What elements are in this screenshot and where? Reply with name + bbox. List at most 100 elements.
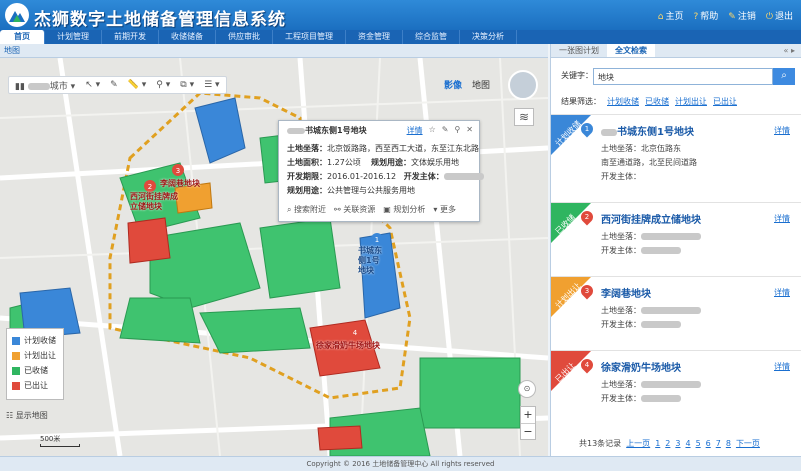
- result-card[interactable]: 计划出让 3 李阔巷地块 详情 土地坐落： 开发主体：: [551, 276, 801, 350]
- map-type-map[interactable]: 地图: [472, 78, 490, 91]
- logo: [5, 3, 29, 27]
- menu-tool[interactable]: ☰ ▾: [204, 80, 219, 90]
- card-detail-link[interactable]: 详情: [774, 125, 790, 136]
- map-drawing: 1 2 3 4: [0, 58, 548, 456]
- result-card[interactable]: 计划收储 1 书城东侧1号地块 详情 土地坐落：北京伍路东 南至通道路，北至民间…: [551, 114, 801, 202]
- marker-icon: 2: [578, 208, 596, 226]
- compass-icon[interactable]: ⊙: [518, 380, 536, 398]
- popup-title: 书城东侧1号地块: [287, 125, 367, 136]
- planning-analysis-button[interactable]: ▣ 规划分析: [383, 204, 425, 215]
- measure-tool[interactable]: 📏 ▾: [128, 80, 147, 90]
- map-title-bar: 地图: [0, 44, 548, 58]
- page-link[interactable]: 3: [675, 439, 680, 448]
- popup-actions: ⌕ 搜索附近 ⚯ 关联资源 ▣ 规划分析 ▾ 更多: [287, 204, 456, 215]
- more-button[interactable]: ▾ 更多: [433, 204, 456, 215]
- svg-text:3: 3: [176, 167, 180, 175]
- page-link[interactable]: 4: [685, 439, 690, 448]
- legend-swatch-blue: [12, 336, 20, 345]
- map-toolbar: ▮▮ 城市 ▾ ↖ ▾ ✎ 📏 ▾ ⚲ ▾ ⧉ ▾ ☰ ▾: [8, 76, 227, 94]
- city-selector[interactable]: ▮▮ 城市 ▾: [15, 79, 75, 92]
- popup-row-usage: 规划用途：公共管理与公共服务用地: [287, 186, 415, 195]
- page-link[interactable]: 5: [696, 439, 701, 448]
- result-card[interactable]: 已收储 2 西河街挂牌成立储地块 详情 土地坐落： 开发主体：: [551, 202, 801, 276]
- home-link[interactable]: ⌂ 主页: [658, 9, 684, 22]
- window-tool[interactable]: ⧉ ▾: [180, 80, 194, 90]
- page-link[interactable]: 7: [716, 439, 721, 448]
- zoom-in-button[interactable]: +: [521, 407, 535, 423]
- tab-supervise[interactable]: 综合监管: [403, 30, 460, 44]
- keyword-label: 关键字：: [561, 71, 593, 80]
- popup-detail-link[interactable]: 详情: [407, 125, 423, 136]
- tab-supply[interactable]: 供应审批: [216, 30, 273, 44]
- filter-plan-transfer[interactable]: 计划出让: [675, 96, 707, 107]
- keyword-input[interactable]: 地块: [593, 68, 773, 85]
- footer: Copyright © 2016 土地储备管理中心 All rights res…: [0, 456, 801, 471]
- svg-text:1: 1: [375, 236, 379, 244]
- next-page-link[interactable]: 下一页: [736, 438, 760, 449]
- page-link[interactable]: 2: [665, 439, 670, 448]
- marker-tool[interactable]: ⚲ ▾: [156, 80, 170, 90]
- tab-plan-map[interactable]: 一张图计划: [551, 44, 607, 57]
- tab-plan[interactable]: 计划管理: [45, 30, 102, 44]
- search-button[interactable]: ⌕: [773, 68, 795, 85]
- card-detail-link[interactable]: 详情: [774, 213, 790, 224]
- page-link[interactable]: 6: [706, 439, 711, 448]
- tab-funds[interactable]: 资金管理: [346, 30, 403, 44]
- cursor-icon: ↖: [85, 80, 93, 90]
- home-icon: ⌂: [657, 12, 664, 22]
- panel-collapse-icon[interactable]: « ▸: [784, 44, 801, 57]
- card-line: 开发主体：: [601, 319, 681, 330]
- exit-link[interactable]: ⏻ 退出: [766, 9, 793, 22]
- star-icon[interactable]: ☆: [429, 125, 436, 136]
- search-nearby-button[interactable]: ⌕ 搜索附近: [287, 204, 326, 215]
- help-link[interactable]: ? 帮助: [694, 9, 719, 22]
- pin-icon[interactable]: ⚲: [454, 125, 460, 136]
- tab-project[interactable]: 工程项目管理: [273, 30, 346, 44]
- filter-transferred[interactable]: 已出让: [713, 96, 737, 107]
- card-line: 南至通道路，北至民间道路: [601, 158, 697, 167]
- prev-page-link[interactable]: 上一页: [626, 438, 650, 449]
- layers-icon[interactable]: ≋: [514, 108, 534, 126]
- tab-decision[interactable]: 决策分析: [460, 30, 517, 44]
- card-line: 开发主体：: [601, 245, 681, 256]
- mountain-logo-icon: [9, 11, 25, 22]
- card-line: 土地坐落：: [601, 231, 701, 242]
- zoom-out-button[interactable]: −: [521, 423, 535, 439]
- result-card[interactable]: 已出让 4 徐家滑奶牛场地块 详情 土地坐落： 开发主体：: [551, 350, 801, 424]
- select-tool[interactable]: ↖ ▾: [85, 80, 100, 90]
- map-legend: 计划收储 计划出让 已收储 已出让: [6, 328, 64, 400]
- minimap-toggle[interactable]: ☷ 显示地图: [6, 410, 48, 421]
- clear-tool[interactable]: ✎: [110, 80, 118, 90]
- logout-link[interactable]: ✎ 注销: [728, 9, 756, 22]
- map-type-switch: 影像 地图: [444, 78, 490, 91]
- close-icon[interactable]: ✕: [466, 125, 473, 136]
- map-type-imagery[interactable]: 影像: [444, 78, 462, 91]
- filter-plan-reserve[interactable]: 计划收储: [607, 96, 639, 107]
- related-resources-button[interactable]: ⚯ 关联资源: [334, 204, 375, 215]
- filter-reserved[interactable]: 已收储: [645, 96, 669, 107]
- card-line: 开发主体：: [601, 172, 641, 181]
- card-title[interactable]: 李阔巷地块: [601, 285, 651, 300]
- tab-reserve[interactable]: 收储储备: [159, 30, 216, 44]
- card-detail-link[interactable]: 详情: [774, 361, 790, 372]
- card-title[interactable]: 西河街挂牌成立储地块: [601, 211, 701, 226]
- card-detail-link[interactable]: 详情: [774, 287, 790, 298]
- page-link[interactable]: 8: [726, 439, 731, 448]
- card-line: 开发主体：: [601, 393, 681, 404]
- street-view-avatar[interactable]: [508, 70, 538, 100]
- map-canvas[interactable]: 1234 西河街挂牌成立储地块 李阔巷地块 书城东侧1号地块 徐家滑奶牛场地块 …: [0, 58, 548, 456]
- marker-icon: 1: [578, 120, 596, 138]
- legend-swatch-red: [12, 381, 20, 390]
- search-panel: 一张图计划 全文检索 « ▸ 关键字： 地块 ⌕ 结果筛选： 计划收储 已收储 …: [550, 44, 801, 456]
- tab-predev[interactable]: 前期开发: [102, 30, 159, 44]
- page-link[interactable]: 1: [655, 439, 660, 448]
- parcel-popup: 书城东侧1号地块 详情 ☆ ✎ ⚲ ✕ 土地坐落：北京饭路路，西至西工大道，东至…: [278, 120, 484, 222]
- exit-icon: ⏻: [765, 12, 773, 22]
- tab-home[interactable]: 首页: [0, 30, 45, 44]
- edit-icon[interactable]: ✎: [442, 125, 449, 136]
- tab-fulltext[interactable]: 全文检索: [607, 44, 655, 57]
- card-title[interactable]: 徐家滑奶牛场地块: [601, 359, 681, 374]
- svg-text:2: 2: [148, 183, 152, 191]
- logout-icon: ✎: [728, 12, 736, 22]
- card-title[interactable]: 书城东侧1号地块: [601, 123, 694, 138]
